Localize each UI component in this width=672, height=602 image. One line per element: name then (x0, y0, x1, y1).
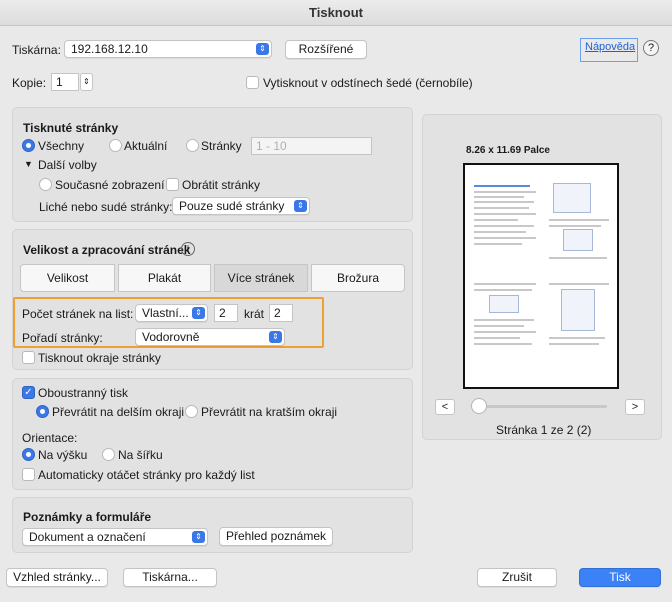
radio-flip-long[interactable] (36, 405, 49, 418)
reverse-pages-checkbox[interactable] (166, 178, 179, 191)
copies-field[interactable]: 1 (51, 73, 79, 91)
chevron-updown-icon: ⇕ (192, 531, 205, 543)
sizing-title: Velikost a zpracování stránek (23, 243, 191, 257)
tab-poster[interactable]: Plakát (118, 264, 211, 292)
page-status: Stránka 1 ze 2 (2) (496, 423, 592, 437)
help-link-box: Nápověda (580, 38, 638, 62)
radio-current[interactable] (109, 139, 122, 152)
pages-per-sheet-label: Počet stránek na list: (22, 307, 134, 321)
window-title: Tisknout (0, 0, 672, 26)
flip-long-label: Převrátit na delším okraji (52, 405, 185, 419)
printer-value: 192.168.12.10 (71, 42, 148, 56)
page-slider-track[interactable] (476, 405, 607, 408)
autorotate-checkbox[interactable] (22, 468, 35, 481)
radio-landscape[interactable] (102, 448, 115, 461)
pages-range-input[interactable]: 1 - 10 (251, 137, 372, 155)
page-order-value: Vodorovně (142, 330, 200, 344)
times-label: krát (244, 307, 265, 321)
printer-select[interactable]: 192.168.12.10 ⇕ (64, 40, 272, 58)
grayscale-checkbox[interactable] (246, 76, 259, 89)
tab-size[interactable]: Velikost (20, 264, 115, 292)
notes-summary-button[interactable]: Přehled poznámek (219, 527, 333, 546)
odd-even-label: Liché nebo sudé stránky: (39, 200, 173, 214)
pages-per-sheet-select[interactable]: Vlastní... ⇕ (135, 304, 208, 322)
print-button[interactable]: Tisk (579, 568, 661, 587)
copies-label: Kopie: (12, 76, 47, 90)
disclosure-triangle-icon[interactable]: ▼ (24, 159, 33, 169)
pages-per-sheet-value: Vlastní... (142, 306, 189, 320)
portrait-label: Na výšku (38, 448, 88, 462)
print-borders-checkbox[interactable] (22, 351, 35, 364)
chevron-updown-icon: ⇕ (294, 200, 307, 212)
question-mark-icon[interactable]: ? (643, 40, 659, 56)
printer-button[interactable]: Tiskárna... (123, 568, 217, 587)
current-view-label: Současné zobrazení (55, 178, 165, 192)
copies-stepper[interactable]: ⇕ (80, 73, 93, 91)
notes-select[interactable]: Dokument a označení ⇕ (22, 528, 208, 546)
cancel-button[interactable]: Zrušit (477, 568, 557, 587)
radio-all-label: Všechny (38, 139, 85, 153)
print-borders-label: Tisknout okraje stránky (38, 351, 161, 365)
duplex-label: Oboustranný tisk (38, 386, 129, 400)
page-setup-button[interactable]: Vzhled stránky... (6, 568, 108, 587)
columns-field[interactable]: 2 (214, 304, 238, 322)
notes-value: Dokument a označení (29, 530, 146, 544)
page-order-label: Pořadí stránky: (22, 331, 103, 345)
more-options-label: Další volby (38, 158, 97, 172)
prev-page-button[interactable]: < (435, 399, 455, 415)
radio-all[interactable] (22, 139, 35, 152)
radio-portrait[interactable] (22, 448, 35, 461)
paper-size-label: 8.26 x 11.69 Palce (466, 145, 550, 156)
reverse-pages-label: Obrátit stránky (182, 178, 261, 192)
printer-label: Tiskárna: (12, 43, 61, 57)
page-slider-thumb[interactable] (471, 398, 487, 414)
page-preview (463, 163, 619, 389)
odd-even-select[interactable]: Pouze sudé stránky ⇕ (172, 197, 310, 215)
notes-title: Poznámky a formuláře (23, 510, 152, 524)
radio-current-label: Aktuální (124, 139, 168, 153)
duplex-checkbox[interactable]: ✓ (22, 386, 35, 399)
printed-pages-title: Tisknuté stránky (23, 121, 119, 135)
chevron-updown-icon: ⇕ (256, 43, 269, 55)
orientation-label: Orientace: (22, 431, 78, 445)
tab-multiple-pages[interactable]: Více stránek (214, 264, 308, 292)
chevron-updown-icon: ⇕ (269, 331, 282, 343)
odd-even-value: Pouze sudé stránky (179, 199, 285, 213)
grayscale-label: Vytisknout v odstínech šedé (černobíle) (263, 76, 473, 90)
radio-pages[interactable] (186, 139, 199, 152)
radio-current-view[interactable] (39, 178, 52, 191)
rows-field[interactable]: 2 (269, 304, 293, 322)
advanced-button[interactable]: Rozšířené (285, 40, 367, 59)
autorotate-label: Automaticky otáčet stránky pro každý lis… (38, 468, 255, 482)
chevron-updown-icon: ⇕ (192, 307, 205, 319)
page-order-select[interactable]: Vodorovně ⇕ (135, 328, 285, 346)
help-link[interactable]: Nápověda (585, 41, 635, 53)
next-page-button[interactable]: > (625, 399, 645, 415)
flip-short-label: Převrátit na kratším okraji (201, 405, 338, 419)
info-icon[interactable]: i (181, 242, 195, 256)
landscape-label: Na šířku (118, 448, 163, 462)
tab-booklet[interactable]: Brožura (311, 264, 405, 292)
radio-pages-label: Stránky (201, 139, 242, 153)
radio-flip-short[interactable] (185, 405, 198, 418)
